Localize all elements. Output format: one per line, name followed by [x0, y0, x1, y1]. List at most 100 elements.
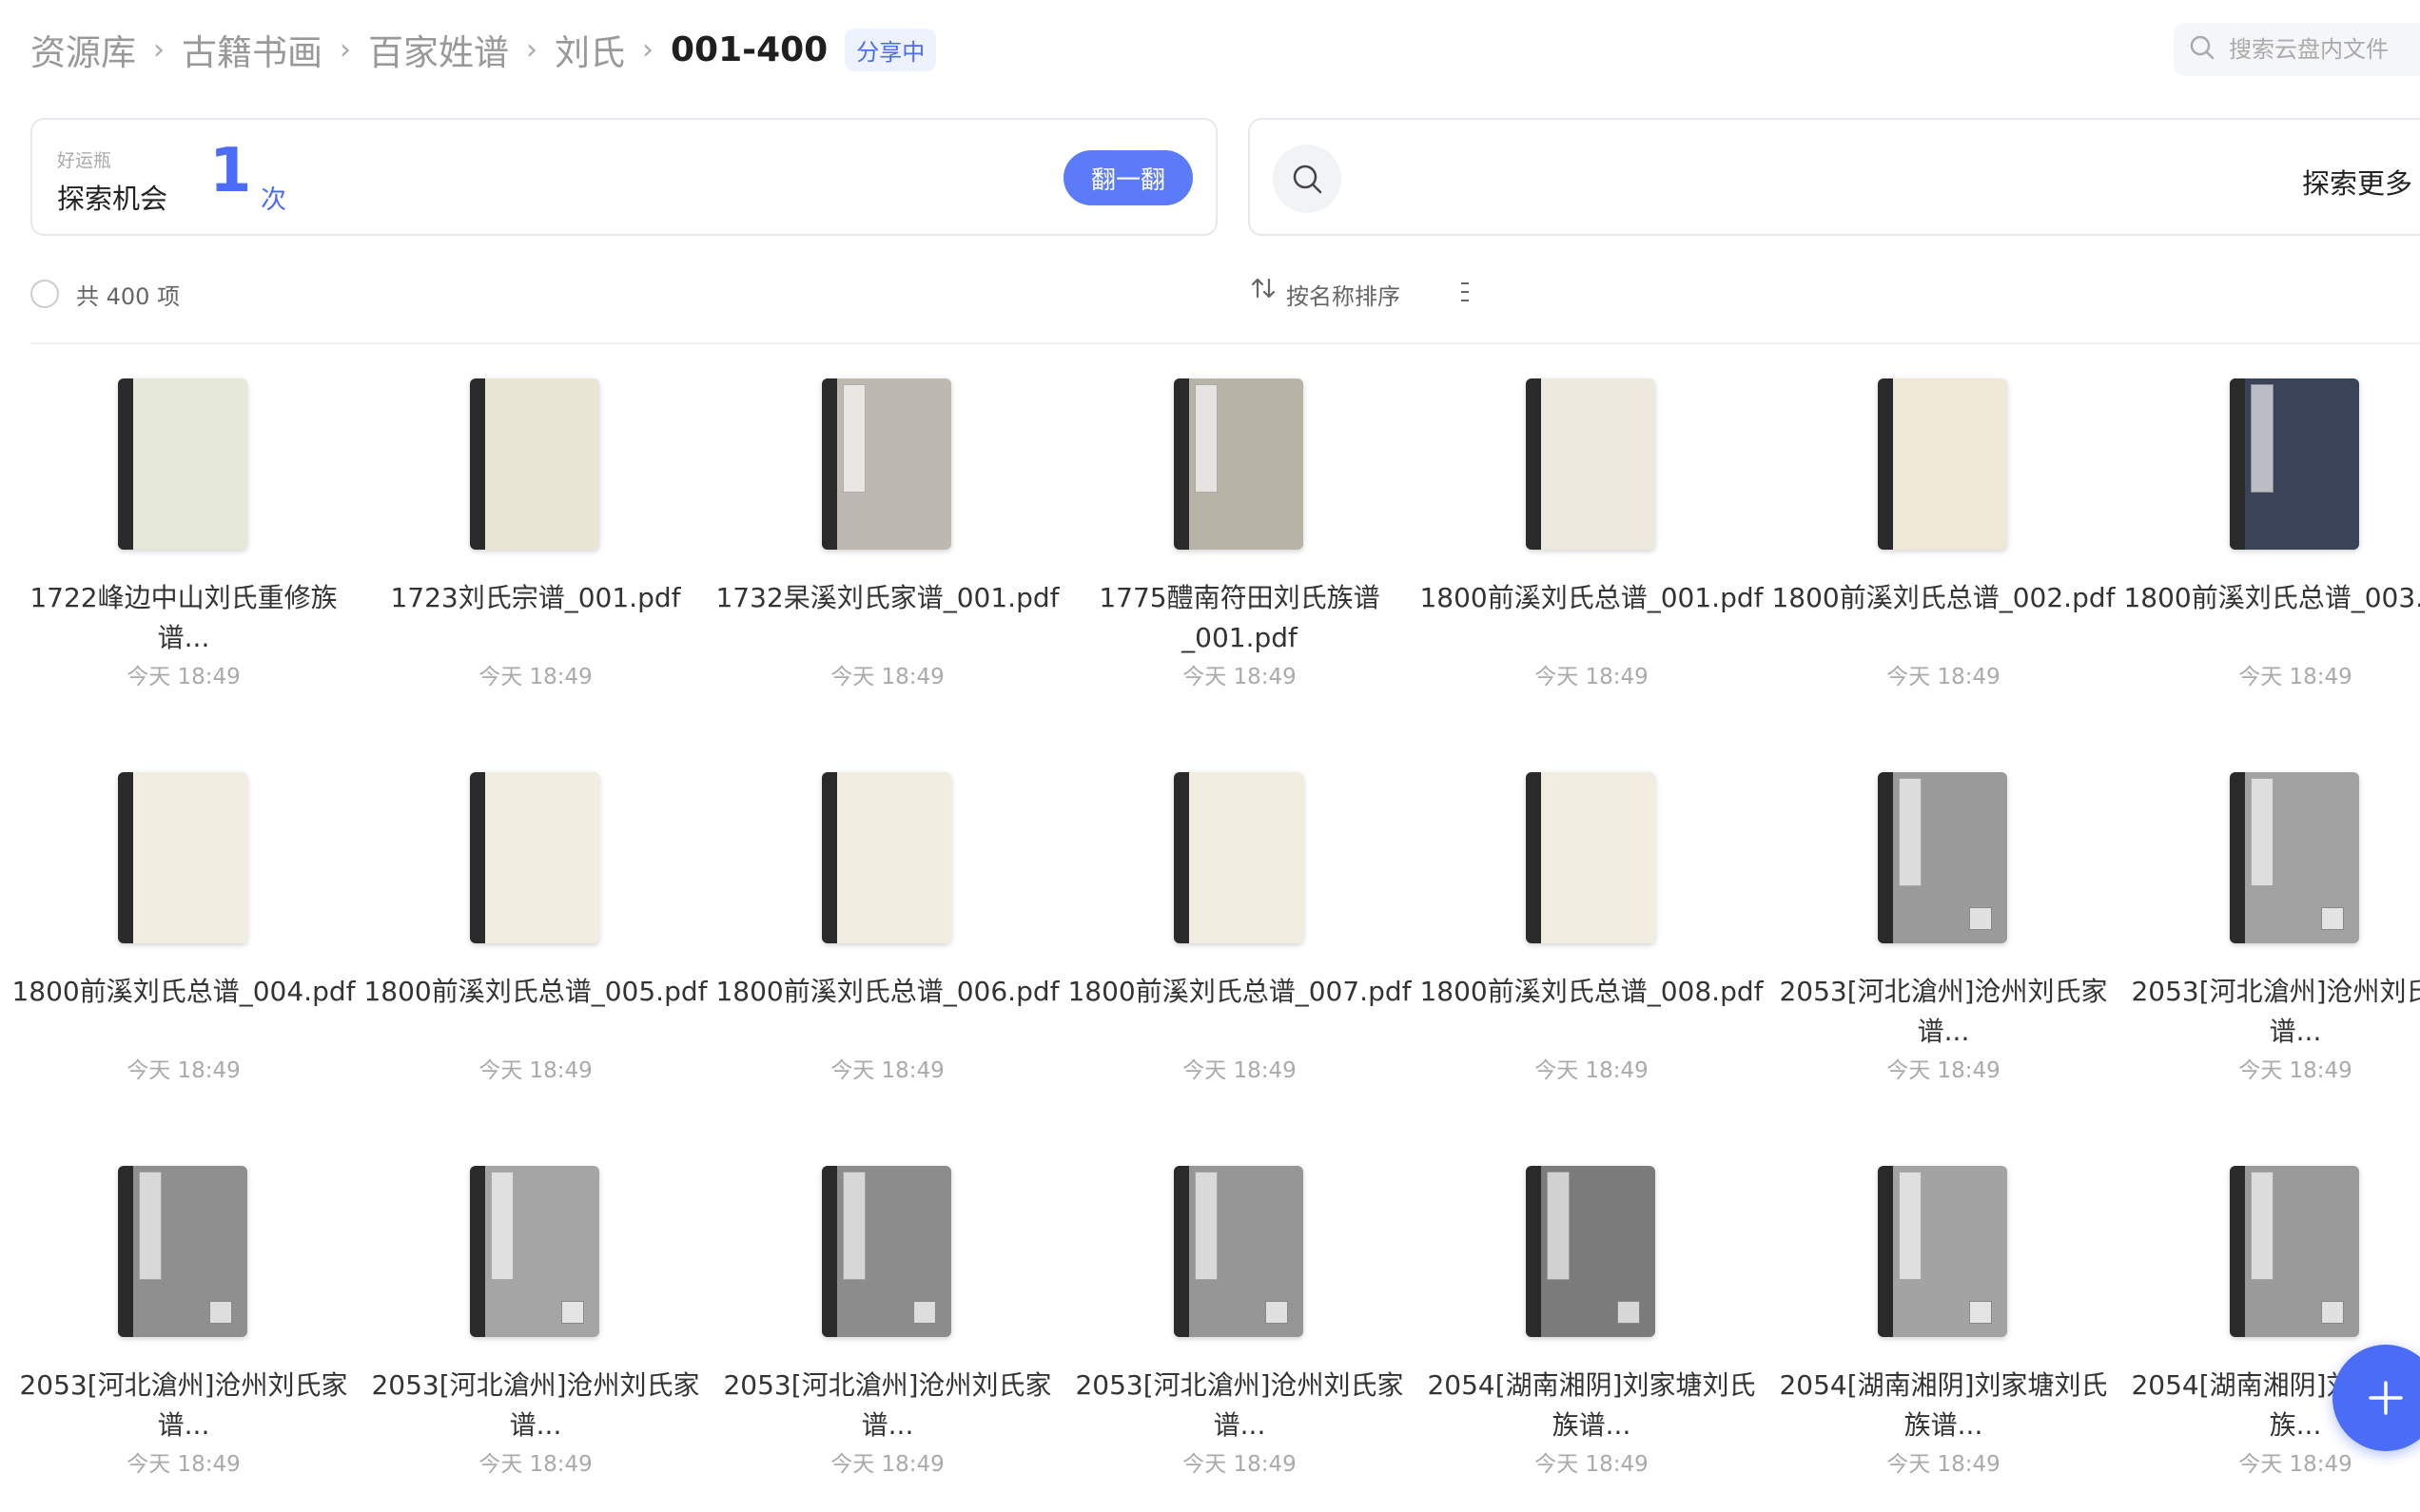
breadcrumb-item[interactable]: 刘氏 — [555, 24, 625, 75]
file-thumbnail[interactable] — [1174, 772, 1303, 943]
file-name[interactable]: 1732杲溪刘氏家谱_001.pdf — [712, 578, 1064, 618]
file-item[interactable]: 2054[湖南湘阴]刘家塘刘氏族...今天 18:49 — [2119, 1132, 2420, 1512]
explore-more-label[interactable]: 探索更多 — [2302, 162, 2412, 202]
cover-stamp — [913, 1301, 936, 1324]
file-item[interactable]: 1732杲溪刘氏家谱_001.pdf 今天 18:49 — [712, 344, 1064, 725]
file-thumbnail[interactable] — [1174, 1166, 1303, 1337]
file-thumbnail[interactable] — [1878, 772, 2007, 943]
file-modified-time: 今天 18:49 — [127, 1452, 241, 1477]
file-thumbnail[interactable] — [470, 378, 599, 550]
file-thumbnail[interactable] — [470, 772, 599, 943]
file-thumbnail[interactable] — [1878, 378, 2007, 550]
file-item[interactable]: 2053[河北滄州]沧州刘氏家谱... 今天 18:49 — [1767, 738, 2119, 1118]
file-item[interactable]: 1800前溪刘氏总谱_001.pdf 今天 18:49 — [1415, 344, 1767, 725]
file-thumbnail[interactable] — [470, 1166, 599, 1337]
file-thumbnail[interactable] — [822, 378, 951, 550]
file-thumbnail[interactable] — [1526, 772, 1655, 943]
file-item[interactable]: 2053[河北滄州]沧州刘氏家谱... 今天 18:49 — [8, 1132, 360, 1512]
file-thumbnail[interactable] — [2230, 378, 2359, 550]
flip-button[interactable]: 翻一翻 — [1064, 150, 1193, 205]
file-modified-time: 今天 18:49 — [478, 1452, 593, 1477]
file-name[interactable]: 2053[河北滄州]沧州刘氏家谱... — [1064, 1366, 1415, 1445]
file-thumbnail[interactable] — [118, 772, 247, 943]
cover-title-strip — [2251, 778, 2274, 886]
file-name[interactable]: 1800前溪刘氏总谱_006.pdf — [712, 972, 1064, 1012]
file-thumbnail[interactable] — [118, 378, 247, 550]
list-view-icon[interactable] — [1461, 278, 1469, 310]
file-name[interactable]: 1723刘氏宗谱_001.pdf — [360, 578, 712, 618]
file-item[interactable]: 2053[河北滄州]沧州刘氏家谱... 今天 18:49 — [2119, 738, 2420, 1118]
file-name[interactable]: 2053[河北滄州]沧州刘氏家谱... — [712, 1366, 1064, 1445]
breadcrumb-item[interactable]: 百家姓谱 — [368, 24, 509, 75]
breadcrumb-item[interactable]: 古籍书画 — [182, 24, 322, 75]
file-modified-time: 今天 18:49 — [830, 1058, 945, 1083]
item-count: 共 400 项 — [76, 283, 181, 310]
search-box[interactable] — [2174, 23, 2420, 76]
file-item[interactable]: 1800前溪刘氏总谱_003.pdf 今天 18:49 — [2119, 344, 2420, 725]
file-item[interactable]: 1800前溪刘氏总谱_006.pdf 今天 18:49 — [712, 738, 1064, 1118]
cover-stamp — [2321, 1301, 2344, 1324]
sort-icon[interactable] — [1248, 272, 1280, 308]
file-thumbnail[interactable] — [2230, 772, 2359, 943]
file-name[interactable]: 1800前溪刘氏总谱_003.pdf — [2119, 578, 2420, 618]
file-name[interactable]: 2053[河北滄州]沧州刘氏家谱... — [8, 1366, 360, 1445]
sort-by-name-button[interactable]: 按名称排序 — [1286, 278, 1400, 311]
file-item[interactable]: 1800前溪刘氏总谱_005.pdf 今天 18:49 — [360, 738, 712, 1118]
search-input[interactable] — [2227, 35, 2420, 64]
share-status-badge[interactable]: 分享中 — [845, 28, 937, 71]
file-name[interactable]: 1722峰边中山刘氏重修族谱... — [8, 578, 360, 658]
explore-card[interactable]: 探索更多 — [1248, 118, 2420, 236]
file-thumbnail[interactable] — [1526, 1166, 1655, 1337]
file-item[interactable]: 2053[河北滄州]沧州刘氏家谱... 今天 18:49 — [712, 1132, 1064, 1512]
file-modified-time: 今天 18:49 — [1182, 1452, 1297, 1477]
file-name[interactable]: 1775醴南符田刘氏族谱_001.pdf — [1064, 578, 1415, 658]
book-spine — [2230, 772, 2245, 943]
file-thumbnail[interactable] — [822, 1166, 951, 1337]
file-name[interactable]: 2054[湖南湘阴]刘家塘刘氏族谱... — [1415, 1366, 1767, 1445]
file-item[interactable]: 1723刘氏宗谱_001.pdf 今天 18:49 — [360, 344, 712, 725]
file-name[interactable]: 1800前溪刘氏总谱_001.pdf — [1415, 578, 1767, 618]
file-item[interactable]: 1800前溪刘氏总谱_008.pdf 今天 18:49 — [1415, 738, 1767, 1118]
file-name[interactable]: 1800前溪刘氏总谱_004.pdf — [8, 972, 360, 1012]
chevron-right-icon: › — [526, 32, 537, 67]
file-name[interactable]: 1800前溪刘氏总谱_002.pdf — [1767, 578, 2119, 618]
file-thumbnail[interactable] — [1878, 1166, 2007, 1337]
cover-title-strip — [491, 1172, 514, 1280]
file-modified-time: 今天 18:49 — [127, 665, 241, 689]
file-name[interactable]: 1800前溪刘氏总谱_008.pdf — [1415, 972, 1767, 1012]
file-name[interactable]: 2053[河北滄州]沧州刘氏家谱... — [2119, 972, 2420, 1052]
file-name[interactable]: 2053[河北滄州]沧州刘氏家谱... — [1767, 972, 2119, 1052]
file-item[interactable]: 1722峰边中山刘氏重修族谱... 今天 18:49 — [8, 344, 360, 725]
book-spine — [822, 772, 837, 943]
file-thumbnail[interactable] — [1174, 378, 1303, 550]
file-item[interactable]: 1800前溪刘氏总谱_002.pdf 今天 18:49 — [1767, 344, 2119, 725]
file-modified-time: 今天 18:49 — [1886, 665, 2000, 689]
file-thumbnail[interactable] — [118, 1166, 247, 1337]
file-item[interactable]: 1800前溪刘氏总谱_007.pdf 今天 18:49 — [1064, 738, 1415, 1118]
search-icon — [2189, 34, 2215, 65]
select-all-checkbox[interactable] — [30, 280, 59, 308]
book-spine — [822, 378, 837, 550]
file-thumbnail[interactable] — [822, 772, 951, 943]
file-thumbnail[interactable] — [2230, 1166, 2359, 1337]
lucky-subtitle: 好运瓶 — [57, 150, 112, 171]
file-name[interactable]: 1800前溪刘氏总谱_007.pdf — [1064, 972, 1415, 1012]
file-item[interactable]: 1775醴南符田刘氏族谱_001.pdf 今天 18:49 — [1064, 344, 1415, 725]
file-item[interactable]: 2053[河北滄州]沧州刘氏家谱... 今天 18:49 — [360, 1132, 712, 1512]
book-spine — [470, 772, 485, 943]
breadcrumb-item[interactable]: 资源库 — [30, 24, 136, 75]
file-name[interactable]: 2054[湖南湘阴]刘家塘刘氏族谱... — [1767, 1366, 2119, 1445]
file-modified-time: 今天 18:49 — [1886, 1452, 2000, 1477]
file-item[interactable]: 2053[河北滄州]沧州刘氏家谱... 今天 18:49 — [1064, 1132, 1415, 1512]
file-thumbnail[interactable] — [1526, 378, 1655, 550]
file-item[interactable]: 2054[湖南湘阴]刘家塘刘氏族谱... 今天 18:49 — [1415, 1132, 1767, 1512]
book-spine — [118, 1166, 133, 1337]
search-icon — [1273, 145, 1341, 213]
file-item[interactable]: 2054[湖南湘阴]刘家塘刘氏族谱... 今天 18:49 — [1767, 1132, 2119, 1512]
lucky-title: 探索机会 — [57, 183, 168, 215]
book-spine — [470, 1166, 485, 1337]
file-modified-time: 今天 18:49 — [830, 1452, 945, 1477]
file-name[interactable]: 2053[河北滄州]沧州刘氏家谱... — [360, 1366, 712, 1445]
file-name[interactable]: 1800前溪刘氏总谱_005.pdf — [360, 972, 712, 1012]
file-item[interactable]: 1800前溪刘氏总谱_004.pdf 今天 18:49 — [8, 738, 360, 1118]
